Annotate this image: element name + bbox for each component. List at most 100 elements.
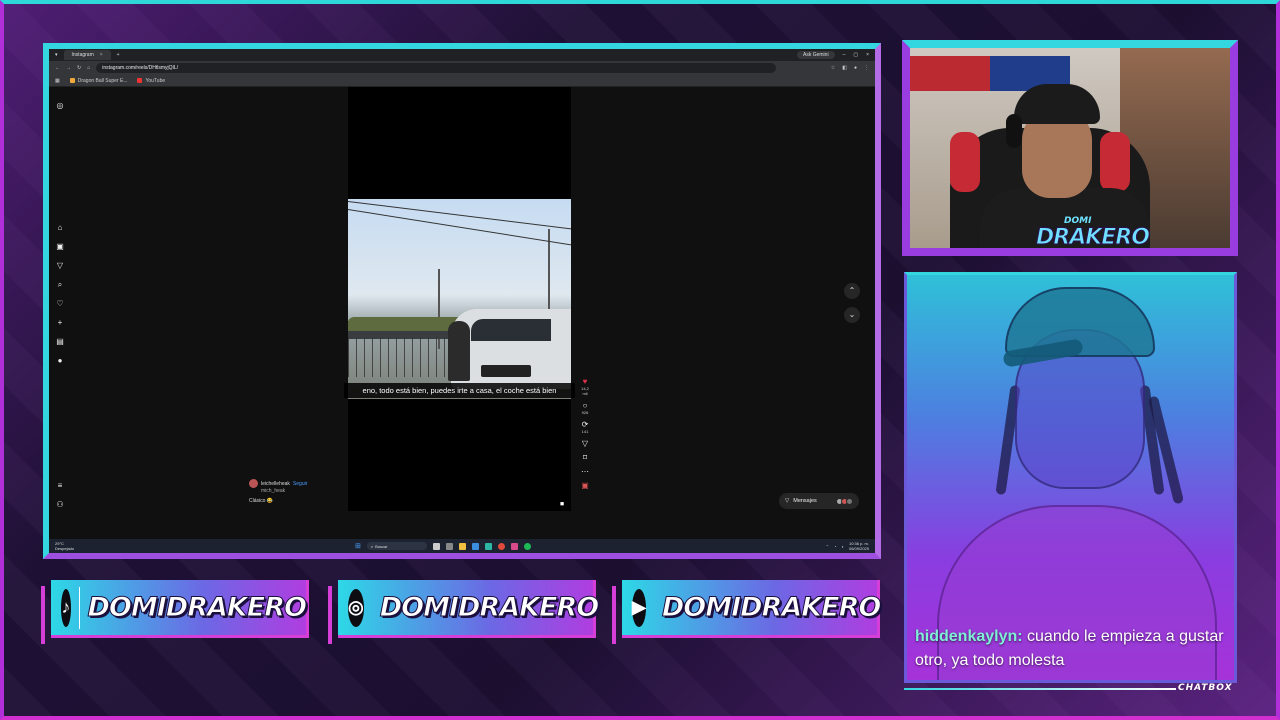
social-tile-tiktok: ♪ DOMIDRAKERO [51, 580, 309, 638]
browser-tab-strip: ▾ Instagram × + Ask Gemini – ▢ × [49, 49, 875, 61]
webcam-feed: DOMI DRAKERO [902, 40, 1238, 256]
menu-icon[interactable]: ⋮ [864, 65, 869, 71]
instagram-page: ◎ ⌂ ▣ ▽ ⌕ ♡ + ▤ ● ≡ ⚇ eno, todo está bie… [49, 87, 875, 539]
ask-gemini-button[interactable]: Ask Gemini [797, 51, 835, 59]
instagram-logo-icon[interactable]: ◎ [55, 101, 65, 111]
more-icon: ⋯ [581, 467, 589, 476]
send-icon: ▽ [581, 439, 589, 448]
follow-button[interactable]: Seguir [293, 481, 307, 487]
search-icon: ⌕ [370, 543, 374, 549]
close-window-icon[interactable]: × [866, 52, 869, 58]
also-from-meta-icon[interactable]: ⚇ [55, 500, 65, 510]
dashboard-icon[interactable]: ▤ [55, 337, 65, 347]
reel-video[interactable]: eno, todo está bien, puedes irte a casa,… [344, 87, 575, 511]
bookmark-item[interactable]: Dragon Ball Super E... [69, 78, 127, 84]
send-icon[interactable]: ▽ [55, 261, 65, 271]
social-tile-accent [612, 586, 616, 644]
tab-list-icon[interactable]: ▾ [55, 52, 58, 58]
headset [1006, 114, 1022, 148]
heart-icon: ♥ [582, 377, 588, 386]
browser-tab[interactable]: Instagram × [63, 50, 111, 60]
video-subtitle: eno, todo está bien, puedes irte a casa,… [344, 383, 575, 398]
social-tile-accent [328, 586, 332, 644]
extensions-icon[interactable]: ◧ [842, 65, 847, 71]
bookmark-item[interactable]: YouTube [137, 78, 165, 84]
chrome-icon[interactable] [497, 542, 505, 550]
youtube-icon: ▶ [632, 588, 646, 627]
social-handle: DOMIDRAKERO [379, 592, 599, 624]
spotify-icon[interactable] [523, 542, 531, 550]
audio-thumb-icon: ▣ [581, 481, 589, 490]
profile-icon[interactable]: ● [55, 356, 65, 366]
message-avatar [846, 497, 853, 505]
previous-reel-button[interactable]: ⌃ [844, 283, 860, 299]
audio-thumbnail[interactable]: ▣ [579, 481, 591, 490]
address-bar[interactable]: instagram.com/reels/DHtlsmyjQIL/ [96, 63, 777, 73]
new-tab-icon[interactable]: + [117, 52, 120, 58]
social-tile-youtube: ▶ DOMIDRAKERO [622, 580, 882, 638]
address-bar-row: ← → ↻ ⌂ instagram.com/reels/DHtlsmyjQIL/… [49, 61, 875, 75]
chat-username: hiddenkaylyn: [915, 628, 1023, 645]
webcam-logo: DRAKERO [1036, 225, 1151, 250]
file-explorer-icon[interactable] [458, 542, 466, 550]
author-avatar[interactable] [249, 479, 258, 488]
chatbox-label: CHATBOX [1178, 683, 1233, 693]
share-button[interactable]: ▽ [579, 439, 591, 448]
bookmark-icon: ⌑ [582, 453, 588, 462]
weather-widget[interactable]: 29°C Despejado [55, 541, 74, 551]
home-icon[interactable]: ⌂ [87, 65, 90, 71]
tab-title: Instagram [71, 52, 94, 58]
instagram-sidebar: ◎ ⌂ ▣ ▽ ⌕ ♡ + ▤ ● ≡ ⚇ [55, 87, 67, 539]
social-handle: DOMIDRAKERO [87, 592, 307, 624]
repost-icon: ⟳ [581, 420, 589, 429]
search-icon[interactable]: ⌕ [55, 280, 65, 290]
heart-icon[interactable]: ♡ [55, 299, 65, 309]
reels-icon[interactable]: ▣ [55, 242, 65, 252]
maximize-icon[interactable]: ▢ [853, 52, 858, 58]
windows-taskbar: 29°C Despejado ⊞ ⌕ Buscar ⌃ ◔ ◖ 10:36 p. … [49, 539, 875, 553]
post-info: leichelleheak Seguir mich_heak Clásico 😂 [249, 479, 307, 504]
app-icon[interactable] [510, 542, 518, 550]
social-handle: DOMIDRAKERO [661, 592, 881, 624]
tray-chevron-icon[interactable]: ⌃ [826, 544, 829, 549]
back-icon[interactable]: ← [55, 65, 60, 71]
repost-button[interactable]: ⟳ 141 [579, 420, 591, 434]
windows-start-icon[interactable]: ⊞ [355, 542, 361, 550]
chat-panel: hiddenkaylyn: cuando le empieza a gustar… [904, 272, 1237, 683]
tiktok-icon: ♪ [61, 588, 71, 627]
minimize-icon[interactable]: – [843, 52, 846, 58]
comment-icon: ○ [582, 401, 588, 410]
send-icon: ▽ [785, 498, 790, 504]
create-icon[interactable]: + [55, 318, 65, 328]
social-tile-accent [41, 586, 45, 644]
messages-label: Mensajes [793, 498, 817, 504]
edge-icon[interactable] [471, 542, 479, 550]
taskbar-search[interactable]: ⌕ Buscar [366, 542, 427, 550]
comment-button[interactable]: ○ 926 [579, 401, 591, 415]
next-reel-button[interactable]: ⌄ [844, 307, 860, 323]
reel-actions: ♥ 14,2 mil ○ 926 ⟳ 141 ▽ ⌑ ⋯ ▣ [579, 377, 591, 495]
post-caption: Clásico 😂 [249, 498, 274, 504]
profile-icon[interactable]: ● [854, 65, 857, 71]
more-options-button[interactable]: ⋯ [579, 467, 591, 476]
wifi-icon[interactable]: ◔ [834, 544, 836, 549]
forward-icon[interactable]: → [66, 65, 71, 71]
save-button[interactable]: ⌑ [579, 453, 591, 462]
home-icon[interactable]: ⌂ [55, 223, 65, 233]
mute-icon[interactable]: ◼ [560, 501, 564, 507]
audio-label[interactable]: mich_heak [261, 488, 307, 494]
store-icon[interactable] [484, 542, 492, 550]
widgets-icon[interactable] [445, 542, 453, 550]
more-menu-icon[interactable]: ≡ [55, 481, 65, 491]
author-name[interactable]: leichelleheak [261, 481, 290, 487]
messages-button[interactable]: ▽ Mensajes [779, 493, 859, 509]
apps-icon[interactable]: ▦ [55, 78, 60, 84]
reload-icon[interactable]: ↻ [77, 65, 81, 71]
chat-message: hiddenkaylyn: cuando le empieza a gustar… [915, 625, 1234, 673]
tab-close-icon[interactable]: × [100, 52, 103, 58]
volume-icon[interactable]: ◖ [842, 544, 844, 549]
like-button[interactable]: ♥ 14,2 mil [579, 377, 591, 396]
bookmark-star-icon[interactable]: ☆ [831, 65, 835, 71]
taskbar-clock[interactable]: 10:36 p. m. 06/09/2025 [849, 541, 869, 551]
task-view-icon[interactable] [432, 542, 440, 550]
